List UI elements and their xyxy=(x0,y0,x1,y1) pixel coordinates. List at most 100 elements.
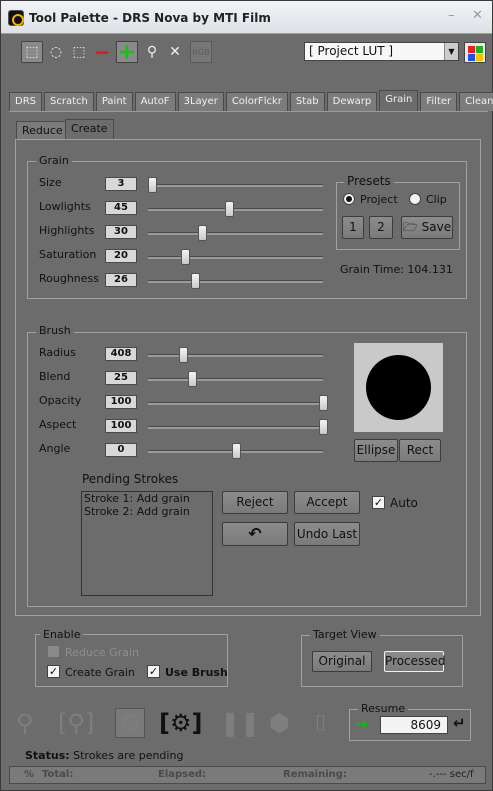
grain-roughness-slider-handle[interactable] xyxy=(191,273,200,289)
brush-opacity-label: Opacity xyxy=(39,394,82,407)
pause-icon[interactable]: ❚❚ xyxy=(220,709,260,737)
zoom-icon[interactable]: ⚲ xyxy=(16,709,34,737)
grain-lowlights-slider[interactable] xyxy=(148,201,323,217)
brush-aspect-slider-handle[interactable] xyxy=(319,419,328,435)
brush-aspect-slider[interactable] xyxy=(148,419,328,435)
process-gear-icon[interactable]: [⚙] xyxy=(159,709,202,737)
add-icon[interactable]: + xyxy=(116,40,138,65)
original-button[interactable]: Original xyxy=(312,651,372,672)
use-brush-label: Use Brush xyxy=(165,666,228,679)
grain-saturation-slider-handle[interactable] xyxy=(181,249,190,265)
grain-size-slider-handle[interactable] xyxy=(148,177,157,193)
brush-radius-label: Radius xyxy=(39,346,76,359)
zoom-region-icon[interactable]: [⚲] xyxy=(58,709,94,737)
rgb-button[interactable]: RGB xyxy=(190,41,212,63)
grain-size-slider[interactable] xyxy=(148,177,323,193)
stop-icon[interactable]: ⬢ xyxy=(269,709,290,737)
presets-label: Presets xyxy=(344,174,394,188)
brush-radius-value[interactable]: 408 xyxy=(105,347,137,361)
brush-aspect-label: Aspect xyxy=(39,418,77,431)
magic-wand-icon[interactable]: ⚲ xyxy=(141,41,163,63)
auto-label: Auto xyxy=(390,496,418,510)
accept-button[interactable]: Accept xyxy=(294,491,360,514)
save-preset-button[interactable]: 🗁 Save xyxy=(401,216,453,239)
bezier-select-icon[interactable]: ⬚ xyxy=(68,41,90,63)
grain-lowlights-slider-handle[interactable] xyxy=(225,201,234,217)
go-to-frame-icon[interactable]: ➜ xyxy=(356,715,369,733)
total-label: Total: xyxy=(42,769,74,780)
minimize-icon[interactable]: – xyxy=(448,8,455,23)
grain-lowlights-value[interactable]: 45 xyxy=(105,201,137,215)
brush-aspect-value[interactable]: 100 xyxy=(105,419,137,433)
brush-angle-slider-handle[interactable] xyxy=(232,443,241,459)
undo-last-button[interactable]: Undo Last xyxy=(294,522,360,546)
brush-opacity-slider[interactable] xyxy=(148,395,328,411)
create-grain-checkbox[interactable]: ✓ xyxy=(47,665,60,678)
tab-3layer[interactable]: 3Layer xyxy=(177,92,224,111)
remaining-label: Remaining: xyxy=(283,769,347,780)
grain-highlights-label: Highlights xyxy=(39,224,95,237)
tab-paint[interactable]: Paint xyxy=(95,92,133,111)
grain-lowlights-label: Lowlights xyxy=(39,200,91,213)
tab-reduce[interactable]: Reduce xyxy=(16,121,69,140)
reduce-grain-checkbox[interactable] xyxy=(47,645,60,658)
close-icon[interactable]: ✕ xyxy=(472,8,483,23)
tab-drs[interactable]: DRS xyxy=(9,92,42,111)
pending-strokes-list[interactable]: Stroke 1: Add grain Stroke 2: Add grain xyxy=(81,491,213,596)
lut-select[interactable]: [ Project LUT ] ▼ xyxy=(304,42,459,61)
tab-dewarp[interactable]: Dewarp xyxy=(326,92,378,111)
brush-opacity-value[interactable]: 100 xyxy=(105,395,137,409)
use-brush-checkbox[interactable]: ✓ xyxy=(147,665,160,678)
reject-button[interactable]: Reject xyxy=(222,491,288,514)
brush-blend-slider-handle[interactable] xyxy=(188,371,197,387)
brush-angle-value[interactable]: 0 xyxy=(105,443,137,457)
enter-icon[interactable]: ↵ xyxy=(453,714,466,732)
folder-icon: 🗁 xyxy=(402,220,418,234)
brush-blend-slider[interactable] xyxy=(148,371,323,387)
preset-2-button[interactable]: 2 xyxy=(369,216,393,239)
clip-radio[interactable] xyxy=(409,193,421,205)
grain-size-value[interactable]: 3 xyxy=(105,177,137,191)
preset-1-button[interactable]: 1 xyxy=(342,216,364,239)
tab-create[interactable]: Create xyxy=(65,119,114,139)
tab-divider xyxy=(9,111,488,112)
auto-checkbox[interactable]: ✓ xyxy=(372,496,385,509)
status-text: Strokes are pending xyxy=(73,749,184,762)
tab-autof[interactable]: AutoF xyxy=(134,92,176,111)
lasso-select-icon[interactable]: ◌ xyxy=(45,41,67,63)
color-picker-icon[interactable] xyxy=(464,42,486,63)
grain-highlights-slider-handle[interactable] xyxy=(198,225,207,241)
chevron-down-icon[interactable]: ▼ xyxy=(444,43,458,60)
grain-roughness-value[interactable]: 26 xyxy=(105,273,137,287)
grain-roughness-slider[interactable] xyxy=(148,273,323,289)
tab-clean6[interactable]: Clean6 xyxy=(459,92,493,111)
ellipse-button[interactable]: Ellipse xyxy=(354,439,398,462)
list-item[interactable]: Stroke 2: Add grain xyxy=(82,505,212,518)
tab-scratch[interactable]: Scratch xyxy=(44,92,94,111)
gear-icon[interactable]: ⚙ xyxy=(115,708,145,738)
clear-icon[interactable]: ✕ xyxy=(164,41,186,63)
undo-stroke-icon[interactable]: ↶ xyxy=(222,522,288,546)
tab-stab[interactable]: Stab xyxy=(289,92,325,111)
grain-highlights-value[interactable]: 30 xyxy=(105,225,137,239)
processed-button[interactable]: Processed xyxy=(384,651,446,672)
grain-saturation-slider[interactable] xyxy=(148,249,323,265)
brush-blend-value[interactable]: 25 xyxy=(105,371,137,385)
remove-icon[interactable]: − xyxy=(91,40,113,64)
capture-icon[interactable]: ▯ xyxy=(315,709,326,733)
brush-opacity-slider-handle[interactable] xyxy=(319,395,328,411)
tab-grain[interactable]: Grain xyxy=(379,90,419,112)
grain-saturation-value[interactable]: 20 xyxy=(105,249,137,263)
brush-radius-slider-handle[interactable] xyxy=(179,347,188,363)
resume-frame-input[interactable]: 8609 xyxy=(380,716,448,734)
grain-highlights-slider[interactable] xyxy=(148,225,323,241)
brush-angle-slider[interactable] xyxy=(148,443,323,459)
rect-button[interactable]: Rect xyxy=(399,439,441,462)
tab-colorflckr[interactable]: ColorFlckr xyxy=(225,92,288,111)
project-radio[interactable] xyxy=(343,193,355,205)
list-item[interactable]: Stroke 1: Add grain xyxy=(82,492,212,505)
tab-filter[interactable]: Filter xyxy=(420,92,458,111)
brush-radius-slider[interactable] xyxy=(148,347,323,363)
brush-group-label: Brush xyxy=(36,324,74,337)
select-rect-icon[interactable]: ⬚ xyxy=(21,41,43,63)
